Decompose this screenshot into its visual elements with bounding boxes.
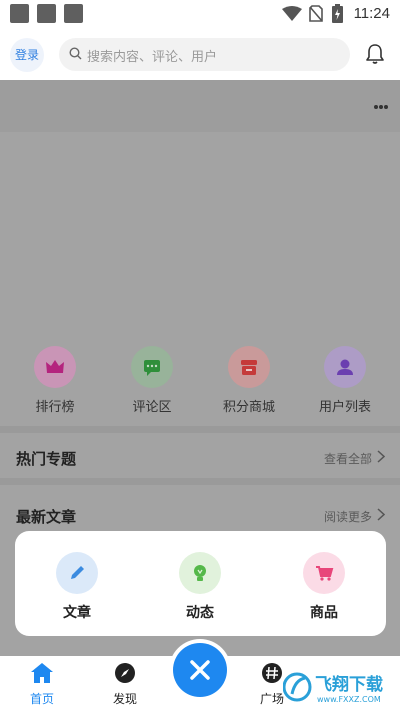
hashtag-icon <box>262 663 282 683</box>
app-header: 登录 搜索内容、评论、用户 <box>0 28 400 80</box>
search-icon <box>69 47 82 60</box>
wifi-icon <box>282 6 302 21</box>
notification-icon <box>64 4 83 23</box>
shortcut-label: 积分商城 <box>222 399 275 414</box>
user-icon <box>324 346 366 388</box>
watermark-text: 飞翔下载 <box>315 674 383 695</box>
cart-icon <box>303 552 345 594</box>
nav-home[interactable]: 首页 <box>12 662 72 707</box>
home-icon <box>31 663 53 683</box>
search-placeholder: 搜索内容、评论、用户 <box>87 49 218 64</box>
no-sim-icon <box>309 5 323 22</box>
watermark-logo: 飞翔下载 www.FXXZ.COM <box>283 672 383 704</box>
shortcut-comments[interactable]: 评论区 <box>112 346 192 415</box>
notification-icon <box>37 4 56 23</box>
clock: 11:24 <box>353 5 390 22</box>
store-icon <box>228 346 270 388</box>
notification-icon <box>10 4 29 23</box>
watermark-url: www.FXXZ.COM <box>317 695 381 704</box>
shortcut-ranking[interactable]: 排行榜 <box>15 346 95 415</box>
banner <box>0 80 400 132</box>
shortcut-label: 用户列表 <box>318 399 371 414</box>
nav-discover[interactable]: 发现 <box>95 662 155 707</box>
nav-label: 首页 <box>29 692 54 706</box>
shortcut-label: 排行榜 <box>35 399 75 414</box>
chevron-right-icon <box>377 508 385 521</box>
search-input[interactable]: 搜索内容、评论、用户 <box>59 38 350 71</box>
sheet-item-label: 动态 <box>186 604 214 620</box>
publish-sheet: 文章 动态 商品 <box>15 531 386 636</box>
status-bar: 11:24 <box>0 0 400 28</box>
crown-icon <box>34 346 76 388</box>
battery-charging-icon <box>332 4 343 23</box>
publish-product-button[interactable]: 商品 <box>284 552 364 622</box>
bell-icon[interactable] <box>365 43 385 65</box>
view-all-link[interactable]: 查看全部 <box>324 450 372 467</box>
pencil-icon <box>56 552 98 594</box>
comment-icon <box>131 346 173 388</box>
lightbulb-icon <box>179 552 221 594</box>
publish-moment-button[interactable]: 动态 <box>160 552 240 622</box>
shortcut-label: 评论区 <box>132 399 172 414</box>
login-button[interactable]: 登录 <box>10 38 44 72</box>
sheet-item-label: 文章 <box>63 604 91 620</box>
read-more-link[interactable]: 阅读更多 <box>324 508 372 525</box>
section-title-hot-topics: 热门专题 <box>16 451 77 468</box>
divider <box>0 426 400 433</box>
more-options-icon[interactable] <box>373 96 388 114</box>
nav-label: 发现 <box>112 692 137 706</box>
close-publish-button[interactable] <box>173 643 227 697</box>
sheet-item-label: 商品 <box>310 604 338 620</box>
publish-article-button[interactable]: 文章 <box>37 552 117 622</box>
compass-icon <box>115 663 135 683</box>
section-title-latest-articles: 最新文章 <box>16 509 77 526</box>
shortcut-points-mall[interactable]: 积分商城 <box>209 346 289 415</box>
chevron-right-icon <box>377 450 385 463</box>
divider <box>0 478 400 485</box>
shortcut-user-list[interactable]: 用户列表 <box>305 346 385 415</box>
close-icon <box>190 660 210 680</box>
